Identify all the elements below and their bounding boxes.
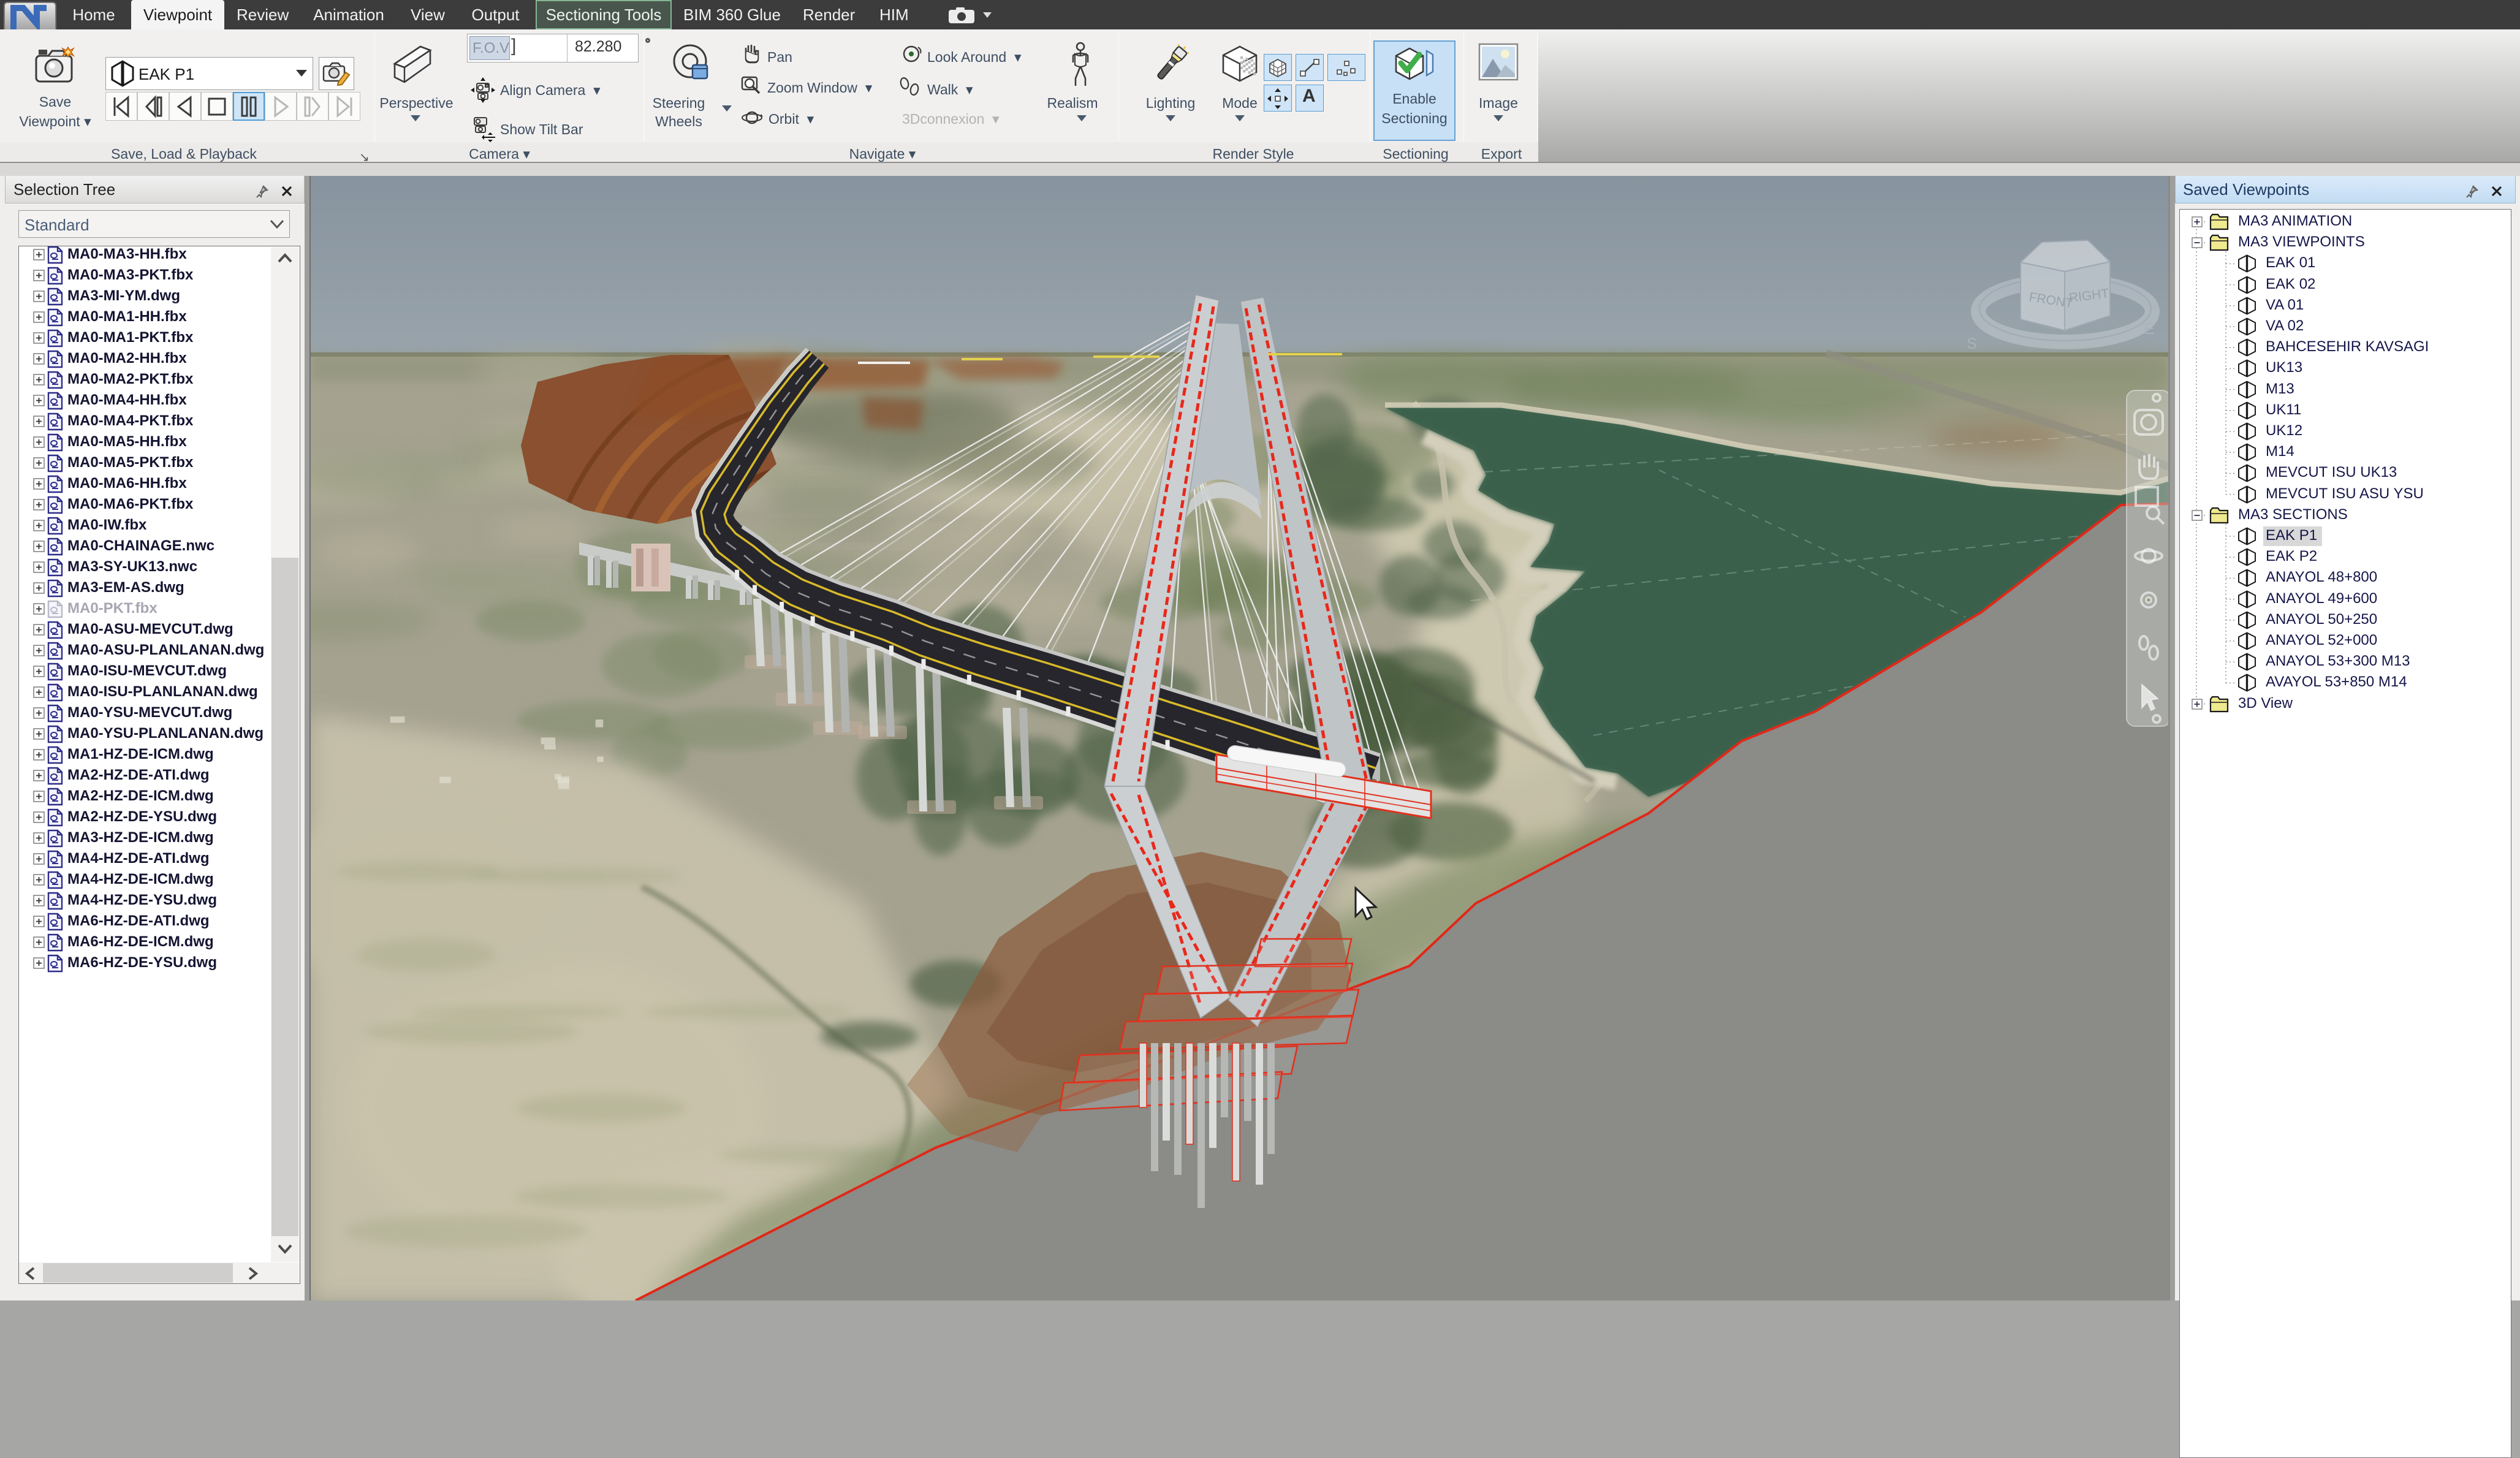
svg-text:S: S (1967, 335, 1977, 352)
svg-text:E: E (2144, 321, 2155, 338)
